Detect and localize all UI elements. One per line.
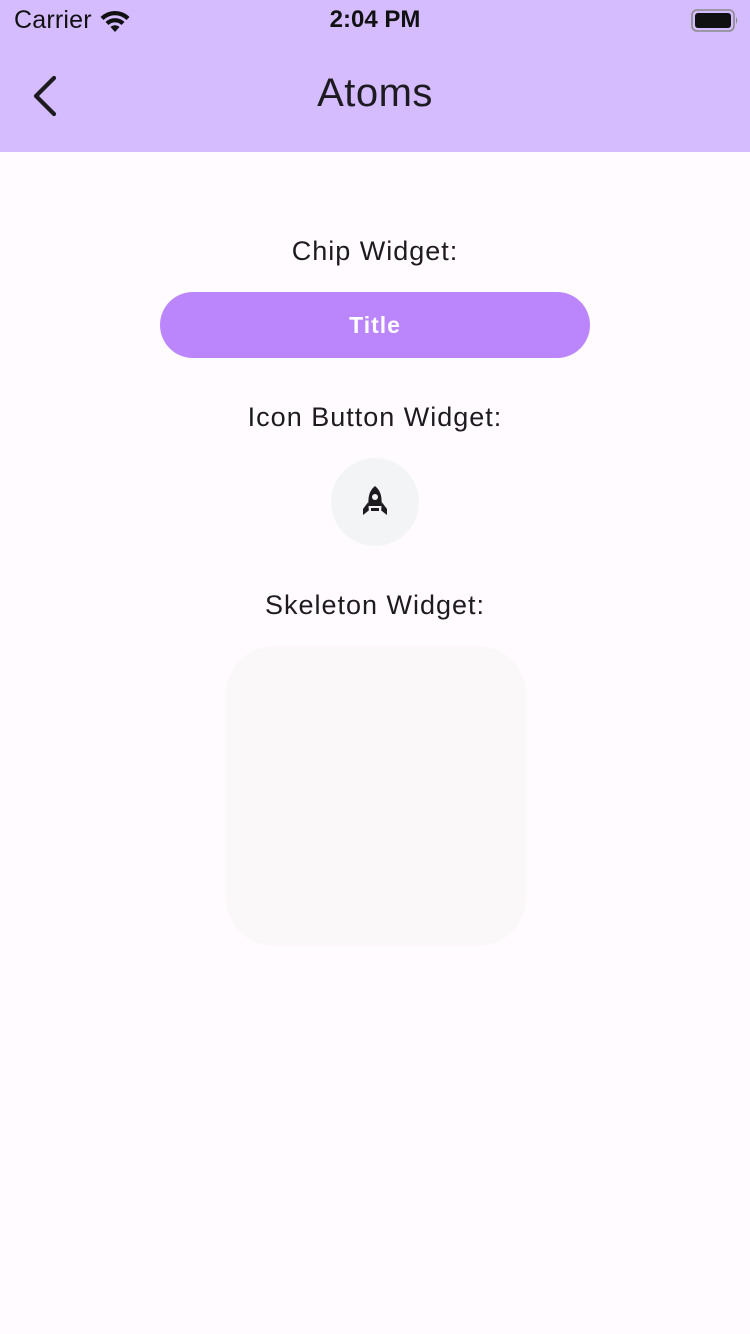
rocket-icon xyxy=(363,486,387,515)
skeleton-widget-label: Skeleton Widget: xyxy=(264,590,486,620)
app-bar: Atoms xyxy=(0,40,750,152)
icon-button-widget-label: Icon Button Widget: xyxy=(247,402,503,432)
skeleton-placeholder xyxy=(226,646,526,946)
header: Carrier 2:04 PM Atoms xyxy=(0,0,750,152)
title-chip[interactable]: Title xyxy=(160,292,590,358)
chip-label: Title xyxy=(349,311,401,338)
battery-icon xyxy=(691,9,738,32)
page-title: Atoms xyxy=(317,71,433,115)
status-time: 2:04 PM xyxy=(329,6,421,33)
screen: Carrier 2:04 PM Atoms Chip Widget: Title… xyxy=(0,0,750,1334)
main-content: Chip Widget: Title Icon Button Widget: S… xyxy=(0,152,750,1334)
rocket-icon-button[interactable] xyxy=(331,458,419,546)
chip-widget-label: Chip Widget: xyxy=(291,236,459,266)
status-bar: Carrier 2:04 PM xyxy=(0,0,750,40)
